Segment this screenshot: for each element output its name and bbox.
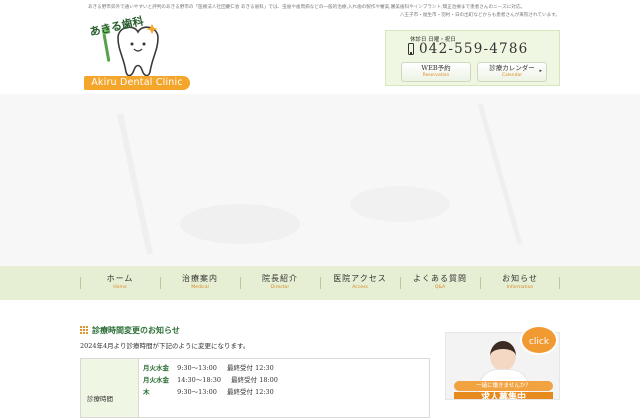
calendar-label: 診療カレンダー (489, 64, 535, 72)
hours-time: 9:30～13:00 (177, 364, 217, 372)
click-bubble[interactable]: click (520, 325, 558, 355)
calendar-button[interactable]: 診療カレンダー Calendar ▸ (477, 62, 547, 82)
nav-item-access[interactable]: 医院アクセス Access (320, 266, 400, 300)
nav-label: 医院アクセス (333, 274, 387, 283)
hours-last: 最終受付 12:30 (227, 364, 274, 372)
hours-days: 月火水金 (143, 364, 169, 372)
table-row: 月火水金 14:30～18:30 最終受付 18:00 (143, 375, 278, 386)
nav-item-director[interactable]: 院長紹介 Director (240, 266, 320, 300)
phone-row[interactable]: 042-559-4786 (408, 41, 528, 57)
hours-days: 木 (143, 388, 150, 396)
nav-label: よくある質問 (413, 274, 467, 283)
recruit-main-label: 求人募集中 (454, 392, 553, 399)
web-reservation-label: WEB予約 (421, 64, 451, 72)
nav-label-en: Director (270, 285, 290, 290)
contact-box: 休診日 日曜・祝日 042-559-4786 WEB予約 Reservation… (385, 30, 560, 86)
logo-name-en: Akiru Dental Clinic (84, 76, 190, 90)
table-row: 月火水金 9:30～13:00 最終受付 12:30 (143, 363, 274, 374)
nav-label-en: Medical (191, 285, 209, 290)
nav-label: お知らせ (502, 274, 538, 283)
hours-table-header: 診療時間 (81, 359, 139, 417)
notice-title-row: 診療時間変更のお知らせ (80, 324, 430, 336)
hours-time: 9:30～13:00 (177, 388, 217, 396)
hours-last: 最終受付 12:30 (227, 388, 274, 396)
nav-item-qa[interactable]: よくある質問 Q&A (400, 266, 480, 300)
nav-label: ホーム (106, 274, 134, 283)
recruit-sub-label: 一緒に働きませんか？ (454, 381, 553, 391)
nav-item-information[interactable]: お知らせ Information (480, 266, 560, 300)
nav-label-en: Home (113, 285, 127, 290)
web-reservation-label-en: Reservation (422, 73, 450, 78)
nav-label: 院長紹介 (262, 274, 298, 283)
nav-item-home[interactable]: ホーム Home (80, 266, 160, 300)
notice-section: 診療時間変更のお知らせ 2024年4月より診療時間が下記のように変更になります。… (80, 324, 430, 418)
nav-label: 治療案内 (182, 274, 218, 283)
web-reservation-button[interactable]: WEB予約 Reservation (401, 62, 471, 82)
hours-table: 診療時間 月火水金 9:30～13:00 最終受付 12:30 月火水金 14:… (80, 358, 430, 418)
nav-label-en: Information (506, 285, 534, 290)
nav-item-medical[interactable]: 治療案内 Medical (160, 266, 240, 300)
hours-table-header-label: 診療時間 (87, 395, 113, 403)
table-row: 木 9:30～13:00 最終受付 12:30 (143, 387, 274, 398)
notice-title: 診療時間変更のお知らせ (92, 324, 180, 335)
nav-label-en: Q&A (434, 285, 446, 290)
phone-icon (408, 43, 414, 55)
clinic-logo[interactable]: あきる歯科 Akiru Dental Clinic (82, 15, 192, 90)
nav-label-en: Access (352, 285, 368, 290)
global-nav: ホーム Home 治療案内 Medical 院長紹介 Director 医院アク… (0, 266, 640, 300)
grid-bullet-icon (80, 326, 88, 334)
calendar-label-en: Calendar (501, 73, 523, 78)
hours-last: 最終受付 18:00 (231, 376, 278, 384)
phone-number[interactable]: 042-559-4786 (419, 41, 528, 57)
intro-line-1: あきる野市郊外で通いやすいと評判のあきる野市の「医療法人社団慶仁会 あきる歯科」… (88, 5, 526, 10)
staff-photo-head (490, 341, 516, 371)
hours-time: 14:30～18:30 (177, 376, 222, 384)
chevron-right-icon: ▸ (539, 68, 542, 74)
hours-days: 月火水金 (143, 376, 169, 384)
notice-text: 2024年4月より診療時間が下記のように変更になります。 (80, 342, 250, 350)
hero-image (0, 94, 640, 266)
hero-background-image (0, 94, 640, 266)
